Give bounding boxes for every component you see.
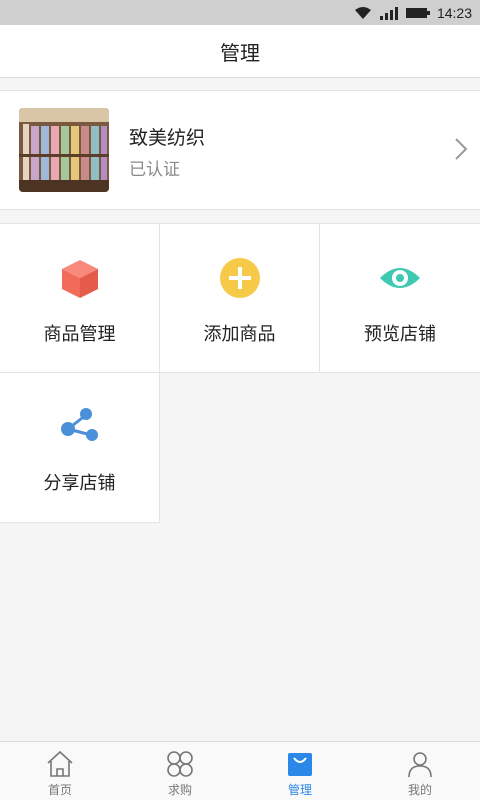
action-share-store[interactable]: 分享店铺 [0, 373, 160, 523]
action-label: 分享店铺 [43, 473, 116, 494]
app-bar: 管理 [0, 25, 480, 78]
grid-icon [167, 751, 193, 777]
battery-icon [405, 7, 430, 18]
verification-status: 已认证 [129, 160, 180, 180]
tab-label: 求购 [167, 783, 192, 797]
store-name: 致美纺织 [129, 127, 206, 149]
chevron-right-icon [455, 138, 468, 160]
tab-label: 管理 [287, 783, 312, 797]
wifi-icon [354, 6, 371, 19]
tab-home[interactable]: 首页 [0, 742, 120, 800]
tab-label: 我的 [407, 783, 432, 797]
action-product-management[interactable]: 商品管理 [0, 223, 160, 373]
bottom-tab-bar: 首页 求购 管理 我的 [0, 741, 480, 800]
signal-icon [379, 6, 398, 20]
box-icon [61, 260, 98, 298]
tab-manage[interactable]: 管理 [240, 742, 360, 800]
store-thumbnail [19, 108, 109, 192]
tab-purchase-requests[interactable]: 求购 [120, 742, 240, 800]
status-bar: 14:23 [0, 0, 480, 25]
plus-circle-icon [219, 258, 260, 298]
share-icon [60, 408, 98, 441]
tab-label: 首页 [47, 783, 72, 797]
page-title: 管理 [220, 40, 260, 65]
eye-icon [380, 268, 420, 288]
action-label: 商品管理 [43, 324, 116, 345]
tab-profile[interactable]: 我的 [360, 742, 480, 800]
action-add-product[interactable]: 添加商品 [160, 223, 320, 373]
user-icon [408, 752, 432, 778]
store-card[interactable]: 致美纺织 已认证 [0, 90, 480, 210]
action-label: 预览店铺 [364, 324, 436, 345]
status-time: 14:23 [436, 4, 472, 21]
home-icon [47, 750, 73, 777]
action-label: 添加商品 [203, 324, 276, 345]
action-preview-store[interactable]: 预览店铺 [320, 223, 480, 373]
bag-icon [288, 753, 312, 776]
